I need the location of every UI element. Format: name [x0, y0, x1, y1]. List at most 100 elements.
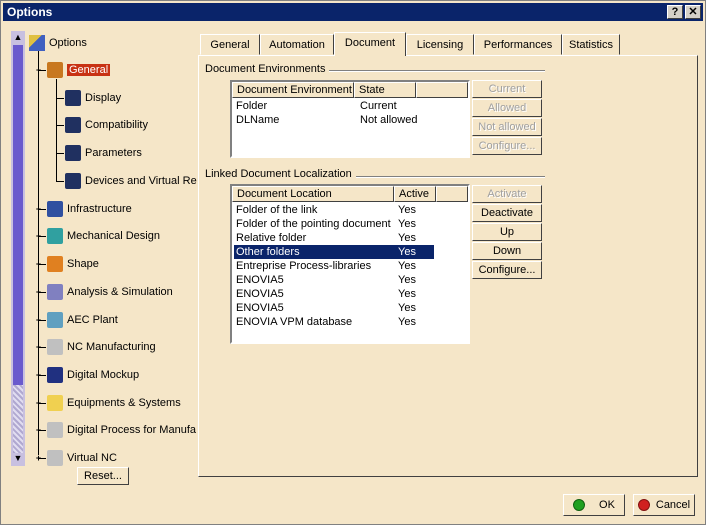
tree-item-label: Mechanical Design	[67, 230, 160, 242]
tree-root-options[interactable]: Options	[29, 34, 87, 52]
help-button[interactable]: ?	[667, 5, 683, 19]
expand-icon[interactable]: +	[34, 205, 43, 214]
linked-col-location[interactable]: Document Location	[232, 186, 394, 202]
scroll-thumb[interactable]	[13, 45, 23, 385]
linked-col-active[interactable]: Active	[394, 186, 436, 202]
linked-title: Linked Document Localization	[205, 168, 356, 180]
linked-row[interactable]: Folder of the pointing document Yes	[234, 217, 434, 231]
compatibility-icon	[65, 117, 81, 133]
devices-icon	[65, 173, 81, 189]
tree-item-devices[interactable]: Devices and Virtual Re	[65, 172, 197, 190]
cancel-button[interactable]: Cancel	[633, 494, 695, 516]
equipments-icon	[47, 395, 63, 411]
doc_env-configure-button[interactable]: Configure...	[472, 137, 542, 155]
tree-item-parameters[interactable]: Parameters	[65, 144, 142, 162]
tree-scrollbar[interactable]: ▲ ▼	[11, 31, 25, 466]
tree-root-label: Options	[49, 37, 87, 49]
digital-mockup-icon	[47, 367, 63, 383]
mechanical-design-icon	[47, 228, 63, 244]
tree-item-shape[interactable]: Shape	[47, 255, 99, 273]
tree-item-label: Virtual NC	[67, 452, 117, 464]
tree-item-compatibility[interactable]: Compatibility	[65, 116, 148, 134]
reset-button[interactable]: Reset...	[77, 467, 129, 485]
expand-icon[interactable]: +	[34, 316, 43, 325]
expand-icon[interactable]: +	[34, 399, 43, 408]
ok-button[interactable]: OK	[563, 494, 625, 516]
tree-item-label: General	[67, 64, 111, 76]
linked-down-button[interactable]: Down	[472, 242, 542, 260]
parameters-icon	[65, 145, 81, 161]
expand-icon[interactable]: +	[34, 260, 43, 269]
expand-icon[interactable]: +	[34, 426, 43, 435]
expand-icon[interactable]: +	[34, 288, 43, 297]
tree-item-equipments[interactable]: Equipments & Systems	[47, 394, 181, 412]
tree-item-aec-plant[interactable]: AEC Plant	[47, 311, 118, 329]
collapse-icon[interactable]: −	[34, 66, 43, 75]
doc-env-title: Document Environments	[205, 63, 330, 75]
doc_env-not-allowed-button[interactable]: Not allowed	[472, 118, 542, 136]
scroll-track[interactable]	[13, 385, 23, 453]
tree-item-label: Digital Mockup	[67, 369, 140, 381]
doc_env-current-button[interactable]: Current	[472, 80, 542, 98]
tab-statistics[interactable]: Statistics	[562, 34, 620, 55]
linked-cell-value: Yes	[398, 288, 416, 300]
tab-automation[interactable]: Automation	[260, 34, 334, 55]
tree-item-analysis[interactable]: Analysis & Simulation	[47, 283, 173, 301]
doc-env-col-state[interactable]: State	[354, 82, 416, 98]
tree-item-digital-process[interactable]: Digital Process for Manufa	[47, 421, 196, 439]
expand-icon[interactable]: +	[34, 343, 43, 352]
tree-item-infrastructure[interactable]: Infrastructure	[47, 200, 132, 218]
doc_env-row[interactable]: DLName Not allowed	[234, 113, 464, 127]
expand-icon[interactable]: +	[34, 371, 43, 380]
linked-row[interactable]: ENOVIA5 Yes	[234, 301, 434, 315]
tree-connector	[56, 98, 64, 99]
linked-deactivate-button[interactable]: Deactivate	[472, 204, 542, 222]
tree-item-nc-manufacturing[interactable]: NC Manufacturing	[47, 338, 156, 356]
linked-row[interactable]: Folder of the link Yes	[234, 203, 434, 217]
doc-env-list[interactable]: Document Environment State Folder Current…	[230, 80, 470, 158]
linked-cell-name: ENOVIA5	[236, 302, 284, 314]
linked-row[interactable]: Entreprise Process-libraries Yes	[234, 259, 434, 273]
tab-document[interactable]: Document	[334, 32, 406, 56]
linked-cell-value: Yes	[398, 260, 416, 272]
aec-plant-icon	[47, 312, 63, 328]
linked-row[interactable]: Relative folder Yes	[234, 231, 434, 245]
tree-item-digital-mockup[interactable]: Digital Mockup	[47, 366, 139, 384]
linked-row[interactable]: ENOVIA VPM database Yes	[234, 315, 434, 329]
tree-item-label: Digital Process for Manufa	[67, 424, 196, 436]
tree-item-general[interactable]: General	[47, 61, 111, 79]
tab-licensing[interactable]: Licensing	[406, 34, 474, 55]
linked-list[interactable]: Document Location Active Folder of the l…	[230, 184, 470, 344]
tree-connector	[56, 181, 64, 182]
linked-cell-value: Yes	[398, 232, 416, 244]
linked-up-button[interactable]: Up	[472, 223, 542, 241]
digital-process-icon	[47, 422, 63, 438]
tree-connector	[56, 153, 64, 154]
scroll-up-arrow-icon[interactable]: ▲	[12, 32, 24, 42]
virtual-nc-icon	[47, 450, 63, 466]
linked-cell-name: Folder of the pointing document	[236, 218, 391, 230]
tree-item-label: Equipments & Systems	[67, 397, 181, 409]
close-button[interactable]: ✕	[685, 5, 701, 19]
expand-icon[interactable]: +	[34, 232, 43, 241]
linked-activate-button[interactable]: Activate	[472, 185, 542, 203]
tree-item-virtual-nc[interactable]: Virtual NC	[47, 449, 117, 467]
tree-item-label: NC Manufacturing	[67, 341, 156, 353]
doc_env-allowed-button[interactable]: Allowed	[472, 99, 542, 117]
linked-row[interactable]: Other folders Yes	[234, 245, 434, 259]
display-icon	[65, 90, 81, 106]
linked-row[interactable]: ENOVIA5 Yes	[234, 287, 434, 301]
tree-item-mechanical-design[interactable]: Mechanical Design	[47, 227, 160, 245]
expand-icon[interactable]: +	[34, 454, 43, 463]
tree-item-display[interactable]: Display	[65, 89, 121, 107]
doc_env-cell-name: Folder	[236, 100, 268, 112]
doc_env-cell-value: Current	[360, 100, 397, 112]
linked-cell-name: ENOVIA5	[236, 288, 284, 300]
linked-configure-button[interactable]: Configure...	[472, 261, 542, 279]
linked-row[interactable]: ENOVIA5 Yes	[234, 273, 434, 287]
doc_env-row[interactable]: Folder Current	[234, 99, 464, 113]
tab-performances[interactable]: Performances	[474, 34, 562, 55]
scroll-down-arrow-icon[interactable]: ▼	[12, 453, 24, 463]
tab-general[interactable]: General	[200, 34, 260, 55]
doc-env-col-environment[interactable]: Document Environment	[232, 82, 354, 98]
